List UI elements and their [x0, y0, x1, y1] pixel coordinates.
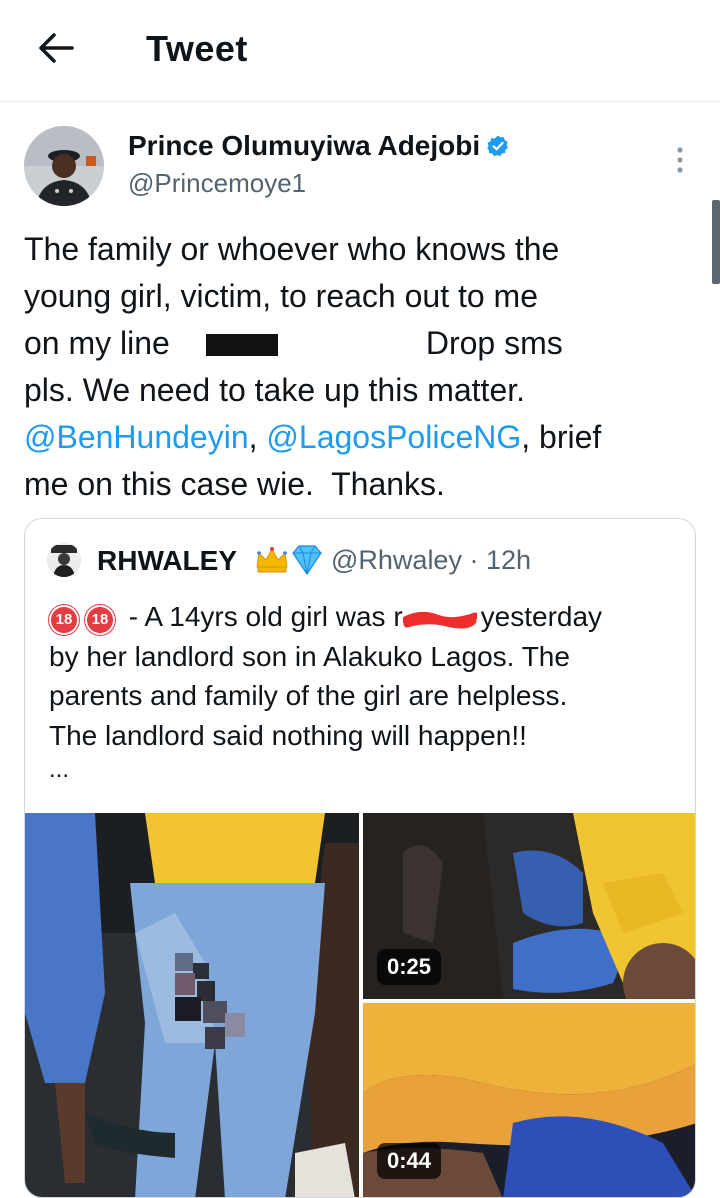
quoted-line: parents and family of the girl are helpl… — [49, 680, 568, 711]
quoted-line: 18 18 - A 14yrs old girl was r yesterday — [49, 597, 679, 637]
tweet-line: pls. We need to take up this matter. — [24, 372, 526, 408]
tweet-line: on my line Drop sms — [24, 320, 704, 367]
back-button[interactable] — [34, 28, 78, 68]
tweet-body: The family or whoever who knows the youn… — [24, 226, 704, 508]
more-vertical-icon — [677, 147, 683, 173]
verified-badge-icon — [487, 135, 509, 157]
video-duration-badge: 0:44 — [377, 1143, 442, 1179]
red-scribble-redaction — [402, 611, 477, 629]
media-video-1[interactable]: 0:25 — [363, 813, 695, 999]
scrollbar[interactable] — [712, 200, 720, 284]
back-arrow-icon — [39, 33, 74, 63]
tweet-line-text: Drop sms — [425, 325, 563, 361]
author-name[interactable]: Prince Olumuyiwa Adejobi — [128, 130, 510, 162]
redacted-phone-number — [205, 334, 278, 356]
tweet-line: @BenHundeyin, @LagosPoliceNG, brief — [24, 414, 704, 461]
tweet-line: me on this case wie. Thanks. — [24, 466, 445, 502]
quoted-line: The landlord said nothing will happen!! — [49, 719, 527, 751]
mention-link-lagospoliceng[interactable]: @LagosPoliceNG — [266, 419, 521, 455]
tweet-line: young girl, victim, to reach out to me — [24, 278, 538, 314]
media-video-2[interactable]: 0:44 — [363, 1003, 695, 1197]
tweet-line-text: on my line — [24, 325, 170, 361]
crown-icon — [256, 547, 288, 573]
top-bar: Tweet — [0, 0, 720, 102]
quoted-author-name[interactable]: RHWALEY — [97, 545, 237, 577]
mention-link-benhundeyin[interactable]: @BenHundeyin — [24, 419, 249, 455]
tweet-line-text: , — [248, 419, 267, 455]
tweet-line: The family or whoever who knows the — [24, 231, 560, 267]
age-18-icon: 18 — [85, 605, 115, 635]
quoted-line-text: - A 14yrs old girl was r — [121, 601, 403, 632]
tweet-line-text: , brief — [521, 419, 602, 455]
quoted-tweet-body: 18 18 - A 14yrs old girl was r yesterday b… — [49, 597, 679, 795]
show-more-ellipsis[interactable]: ... — [49, 755, 679, 795]
author-handle[interactable]: @Princemoye1 — [128, 168, 306, 199]
quoted-line-text: yesterday — [480, 601, 603, 632]
more-options-button[interactable] — [668, 144, 692, 176]
video-duration-badge: 0:25 — [377, 949, 442, 985]
diamond-icon — [292, 545, 322, 576]
page-title: Tweet — [146, 28, 248, 69]
crown-diamond-emoji — [256, 545, 322, 576]
age-18-icon: 18 — [49, 605, 79, 635]
quoted-line: by her landlord son in Alakuko Lagos. Th… — [49, 640, 570, 672]
author-name-text: Prince Olumuyiwa Adejobi — [128, 130, 481, 161]
media-photo-main[interactable] — [25, 813, 359, 1197]
quoted-author-avatar[interactable] — [47, 543, 81, 577]
quoted-handle-timestamp[interactable]: @Rhwaley · 12h — [331, 545, 531, 576]
quoted-tweet[interactable]: RHWALEY @Rhwaley · 12h 18 18 - A 14yrs ol… — [24, 518, 696, 1198]
author-avatar[interactable] — [24, 126, 104, 206]
